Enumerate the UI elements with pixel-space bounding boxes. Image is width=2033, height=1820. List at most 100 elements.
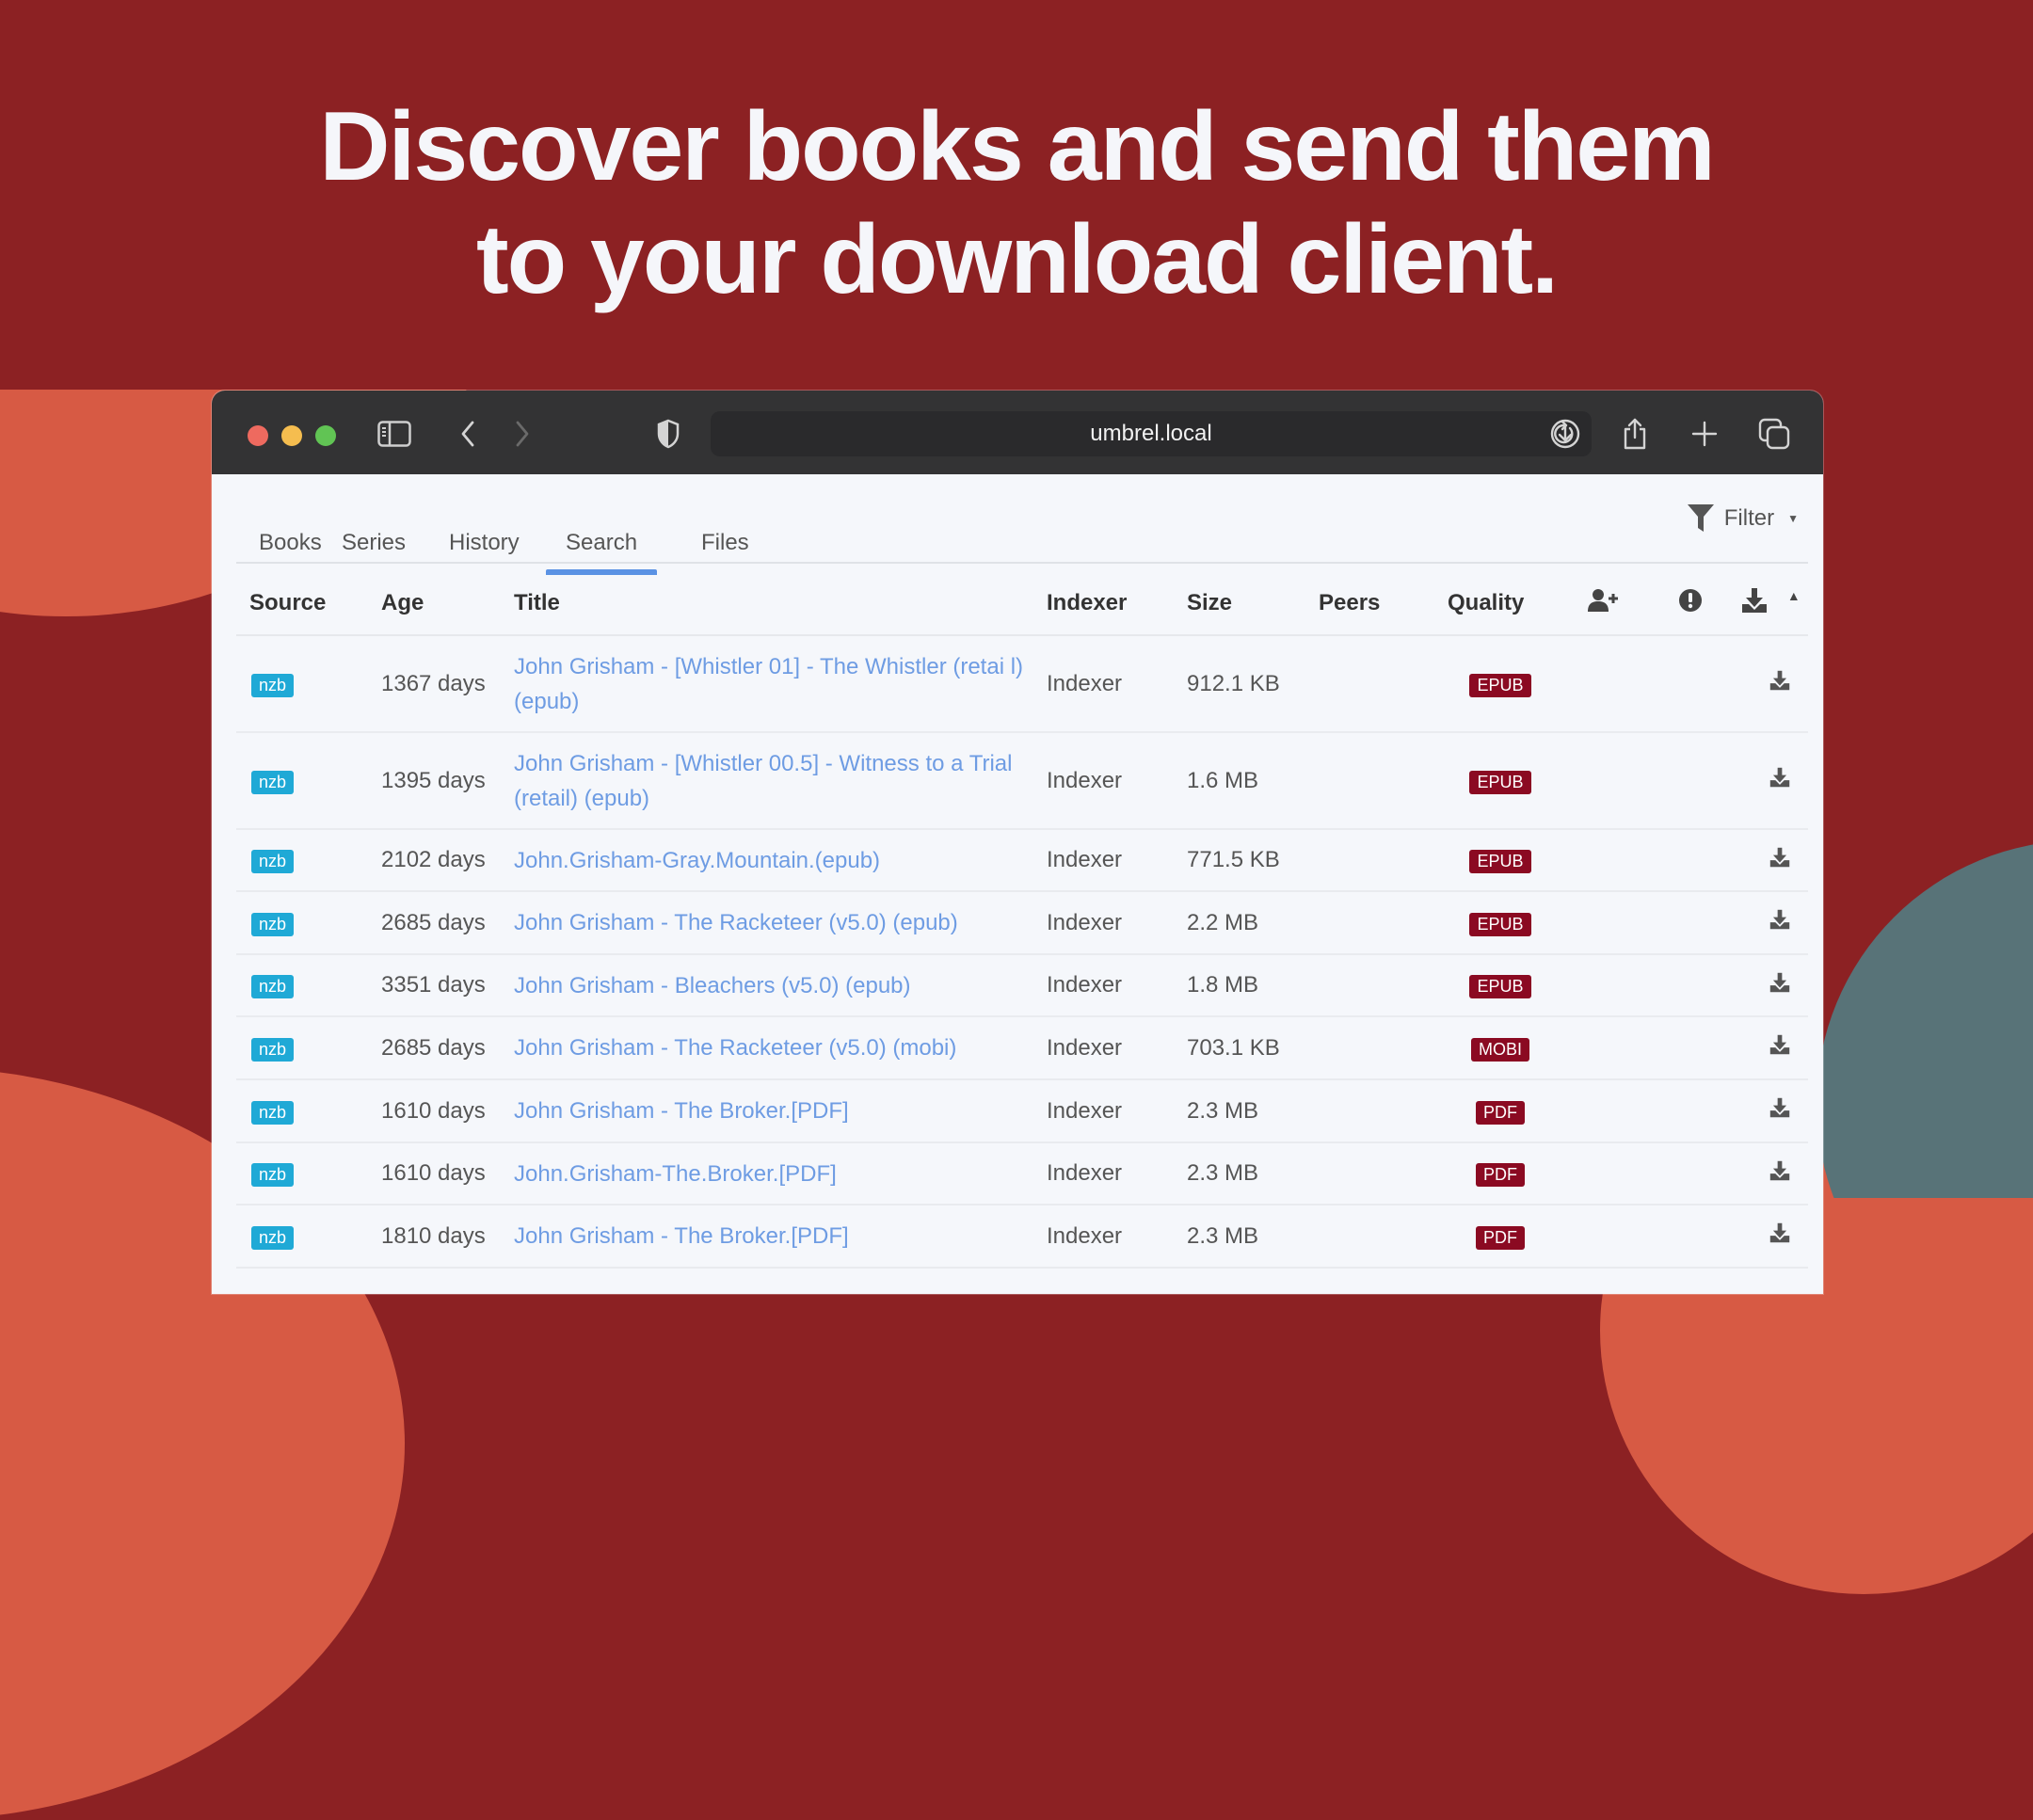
alerts-cell (1646, 1142, 1734, 1205)
column-header-alerts[interactable] (1646, 572, 1734, 636)
download-cell (1734, 635, 1808, 733)
column-header-grabs[interactable] (1559, 572, 1646, 636)
close-window-button[interactable] (248, 425, 268, 446)
indexer-cell: Indexer (1047, 891, 1187, 955)
indexer-cell: Indexer (1047, 1016, 1187, 1080)
zoom-window-button[interactable] (315, 425, 336, 446)
alerts-cell (1646, 635, 1734, 733)
title-cell: John Grisham - Bleachers (v5.0) (epub) (514, 954, 1047, 1017)
download-cell (1734, 829, 1808, 892)
title-link[interactable]: John Grisham - The Broker.[PDF] (514, 1094, 849, 1128)
tab-files[interactable]: Files (701, 530, 749, 556)
tab-search[interactable]: Search (545, 530, 658, 575)
back-icon[interactable] (449, 415, 487, 453)
column-header-quality[interactable]: Quality (1442, 572, 1559, 636)
table-row[interactable]: nzb 3351 days John Grisham - Bleachers (… (236, 954, 1808, 1017)
downloads-icon[interactable] (1546, 415, 1584, 453)
headline-line-2: to your download client. (476, 205, 1559, 314)
quality-cell: MOBI (1442, 1016, 1559, 1080)
column-header-title[interactable]: Title (514, 572, 1047, 636)
grabs-cell (1559, 891, 1646, 955)
indexer-cell: Indexer (1047, 1079, 1187, 1143)
column-header-peers[interactable]: Peers (1319, 572, 1442, 636)
title-link[interactable]: John Grisham - [Whistler 00.5] - Witness… (514, 746, 1033, 816)
download-release-button[interactable] (1769, 972, 1790, 998)
grabs-cell (1559, 1016, 1646, 1080)
alerts-cell (1646, 1079, 1734, 1143)
download-icon (1769, 670, 1789, 691)
table-row[interactable]: nzb 1395 days John Grisham - [Whistler 0… (236, 732, 1808, 830)
download-release-button[interactable] (1769, 1160, 1790, 1187)
download-cell (1734, 732, 1808, 830)
peers-cell (1319, 1079, 1442, 1143)
title-link[interactable]: John.Grisham-The.Broker.[PDF] (514, 1157, 837, 1191)
title-cell: John.Grisham-Gray.Mountain.(epub) (514, 829, 1047, 892)
address-bar[interactable]: umbrel.local (711, 411, 1592, 456)
age-cell: 1395 days (381, 732, 514, 830)
source-badge: nzb (251, 1037, 295, 1062)
table-row[interactable]: nzb 1810 days John Grisham - The Broker.… (236, 1205, 1808, 1269)
headline: Discover books and send them to your dow… (0, 90, 2033, 316)
download-release-button[interactable] (1769, 1034, 1790, 1061)
title-link[interactable]: John Grisham - The Racketeer (v5.0) (epu… (514, 905, 958, 940)
filter-button[interactable]: Filter ▼ (1687, 503, 1799, 534)
source-cell: nzb (236, 1016, 381, 1080)
title-link[interactable]: John Grisham - [Whistler 01] - The Whist… (514, 649, 1033, 719)
alerts-cell (1646, 1205, 1734, 1269)
title-link[interactable]: John.Grisham-Gray.Mountain.(epub) (514, 843, 880, 878)
table-row[interactable]: nzb 2685 days John Grisham - The Rackete… (236, 891, 1808, 955)
download-release-button[interactable] (1769, 847, 1790, 873)
indexer-cell: Indexer (1047, 1205, 1187, 1269)
grabs-cell (1559, 829, 1646, 892)
column-header-indexer[interactable]: Indexer (1047, 572, 1187, 636)
table-row[interactable]: nzb 1367 days John Grisham - [Whistler 0… (236, 635, 1808, 733)
tab-series[interactable]: Series (342, 530, 406, 556)
size-cell: 2.3 MB (1187, 1142, 1319, 1205)
age-cell: 1810 days (381, 1205, 514, 1269)
tab-history[interactable]: History (449, 530, 520, 556)
grabs-cell (1559, 1079, 1646, 1143)
download-release-button[interactable] (1769, 1097, 1790, 1124)
download-icon (1769, 1160, 1789, 1180)
quality-badge: EPUB (1469, 673, 1531, 697)
download-release-button[interactable] (1769, 670, 1790, 696)
source-cell: nzb (236, 1205, 381, 1269)
source-cell: nzb (236, 1079, 381, 1143)
share-icon[interactable] (1616, 415, 1654, 453)
age-cell: 2685 days (381, 1016, 514, 1080)
forward-icon[interactable] (504, 415, 541, 453)
grabs-cell (1559, 1205, 1646, 1269)
tabs-overview-icon[interactable] (1755, 415, 1793, 453)
download-release-button[interactable] (1769, 767, 1790, 793)
size-cell: 1.8 MB (1187, 954, 1319, 1017)
new-tab-icon[interactable] (1686, 415, 1723, 453)
column-header-age[interactable]: Age (381, 572, 514, 636)
grabs-cell (1559, 635, 1646, 733)
column-header-source[interactable]: Source (236, 572, 381, 636)
column-header-download[interactable]: ▲ (1734, 572, 1808, 636)
shield-icon[interactable] (649, 415, 687, 453)
source-badge: nzb (251, 673, 295, 697)
quality-cell: EPUB (1442, 635, 1559, 733)
download-icon (1742, 587, 1768, 613)
table-row[interactable]: nzb 1610 days John Grisham - The Broker.… (236, 1079, 1808, 1143)
source-cell: nzb (236, 954, 381, 1017)
age-cell: 2102 days (381, 829, 514, 892)
title-link[interactable]: John Grisham - Bleachers (v5.0) (epub) (514, 968, 911, 1003)
title-link[interactable]: John Grisham - The Racketeer (v5.0) (mob… (514, 1030, 956, 1065)
table-row[interactable]: nzb 2685 days John Grisham - The Rackete… (236, 1016, 1808, 1080)
peers-cell (1319, 954, 1442, 1017)
sort-ascending-icon[interactable]: ▲ (1787, 588, 1801, 603)
minimize-window-button[interactable] (281, 425, 302, 446)
download-release-button[interactable] (1769, 909, 1790, 935)
column-header-size[interactable]: Size (1187, 572, 1319, 636)
source-cell: nzb (236, 635, 381, 733)
table-row[interactable]: nzb 1610 days John.Grisham-The.Broker.[P… (236, 1142, 1808, 1205)
sidebar-icon[interactable] (376, 415, 413, 453)
tab-books[interactable]: Books (259, 530, 322, 556)
title-link[interactable]: John Grisham - The Broker.[PDF] (514, 1219, 849, 1253)
indexer-cell: Indexer (1047, 1142, 1187, 1205)
download-release-button[interactable] (1769, 1222, 1790, 1249)
table-row[interactable]: nzb 2102 days John.Grisham-Gray.Mountain… (236, 829, 1808, 892)
source-badge: nzb (251, 770, 295, 794)
